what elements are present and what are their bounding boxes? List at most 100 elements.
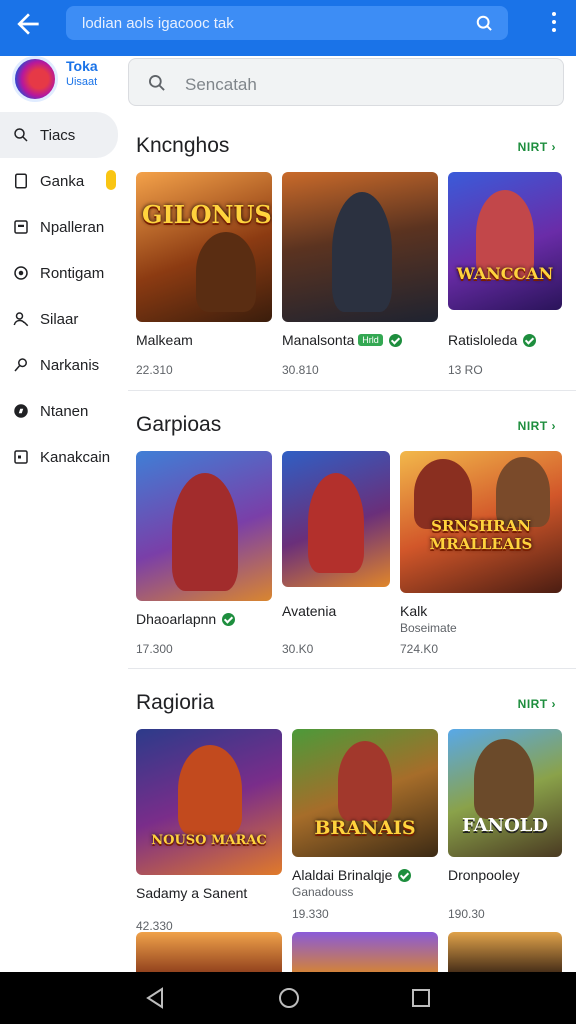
app-thumbnail-peek[interactable] <box>136 932 282 976</box>
download-count: 30.810 <box>282 363 319 377</box>
app-card[interactable]: SRNSHRAN MRALLEAIS Kalk Boseimate 724.K0 <box>400 451 562 656</box>
sidebar-item-1[interactable]: Ganka <box>0 158 124 204</box>
app-card[interactable]: NOUSO MARAC Sadamy a Sanent 42.330 <box>136 729 282 933</box>
sidebar-item-label: Silaar <box>40 310 79 328</box>
character-art <box>332 192 392 312</box>
character-art <box>196 232 256 312</box>
app-thumbnail: NOUSO MARAC <box>136 729 282 875</box>
sidebar-item-label: Rontigam <box>40 264 105 282</box>
section-2: Ragioria NIRT › NOUSO MARAC Sadamy a San… <box>128 668 576 946</box>
character-art <box>178 745 242 835</box>
app-thumbnail-peek[interactable] <box>448 932 562 976</box>
main-content: Kncnghos NIRT › GILONUS Malkeam 22.310 M… <box>128 112 576 946</box>
more-vert-icon[interactable] <box>552 12 558 36</box>
system-nav-bar <box>0 972 576 1024</box>
section-title: Kncnghos <box>136 134 230 157</box>
app-name-text: Alaldai Brinalqje <box>292 867 393 883</box>
sidebar-item-6[interactable]: Ntanen <box>0 388 124 434</box>
app-name: Alaldai Brinalqje <box>292 867 412 883</box>
brand-name: Toka <box>66 58 98 74</box>
sidebar-item-4[interactable]: Silaar <box>0 296 124 342</box>
app-card[interactable]: Avatenia 30.K0 <box>282 451 390 656</box>
box-icon <box>12 448 30 466</box>
url-bar[interactable]: lodian aols igacooc tak <box>66 6 508 40</box>
app-name: Dhaoarlapnn <box>136 611 236 627</box>
verified-icon <box>222 613 236 626</box>
character-art <box>474 739 534 819</box>
section-title: Garpioas <box>136 413 222 436</box>
app-name-text: Ratisloleda <box>448 332 518 348</box>
app-subtitle: Ganadouss <box>292 885 354 899</box>
search-icon <box>147 73 167 98</box>
app-thumbnail: BRANAIS <box>292 729 438 857</box>
app-thumbnail-peek[interactable] <box>292 932 438 976</box>
app-name: Malkeam <box>136 332 193 348</box>
app-thumbnail <box>282 451 390 587</box>
search-icon[interactable] <box>474 13 494 38</box>
verified-icon <box>388 334 402 347</box>
sidebar-item-7[interactable]: Kanakcain <box>0 434 124 480</box>
top-app-bar: lodian aols igacooc tak <box>0 0 576 56</box>
app-brand[interactable]: Toka Uisaat <box>10 52 120 108</box>
search-icon <box>12 126 30 144</box>
character-art <box>338 741 392 821</box>
section-0: Kncnghos NIRT › GILONUS Malkeam 22.310 M… <box>128 112 576 390</box>
download-count: 19.330 <box>292 907 329 921</box>
character-art <box>308 473 364 573</box>
app-tag: Hrld <box>358 334 383 346</box>
app-name: Ratisloleda <box>448 332 537 348</box>
app-card[interactable]: Manalsonta Hrld 30.810 <box>282 172 438 377</box>
section-title: Ragioria <box>136 691 215 714</box>
brand-subname: Uisaat <box>66 76 98 88</box>
see-more-link[interactable]: NIRT › <box>518 140 556 154</box>
person-icon <box>12 310 30 328</box>
download-count: 42.330 <box>136 919 173 933</box>
app-thumbnail: WANCCAN <box>448 172 562 310</box>
art-title: GILONUS <box>142 200 272 229</box>
app-name: Dronpooley <box>448 867 520 883</box>
app-name: Sadamy a Sanent <box>136 885 248 901</box>
sidebar-item-label: Ganka <box>40 172 85 190</box>
nav-recents-icon[interactable] <box>410 986 432 1015</box>
see-more-label: NIRT <box>517 697 548 711</box>
sidebar: Tiacs Ganka Npalleran Rontigam Silaar Na… <box>0 112 124 480</box>
sidebar-item-label: Narkanis <box>40 356 100 374</box>
download-count: 13 RO <box>448 363 483 377</box>
compass-icon <box>12 402 30 420</box>
search-box[interactable]: Sencatah <box>128 58 564 106</box>
app-name: Avatenia <box>282 603 337 619</box>
sidebar-item-5[interactable]: Narkanis <box>0 342 124 388</box>
notification-badge <box>106 170 116 190</box>
tablet-icon <box>12 172 30 190</box>
sidebar-item-2[interactable]: Npalleran <box>0 204 124 250</box>
app-card[interactable]: GILONUS Malkeam 22.310 <box>136 172 272 377</box>
sidebar-item-label: Ntanen <box>40 402 89 420</box>
see-more-link[interactable]: NIRT › <box>518 697 556 711</box>
app-name-text: Dhaoarlapnn <box>136 611 217 627</box>
verified-icon <box>398 869 412 882</box>
app-name: Kalk <box>400 603 428 619</box>
download-count: 17.300 <box>136 642 173 656</box>
see-more-label: NIRT <box>517 419 548 433</box>
sidebar-item-label: Npalleran <box>40 218 105 236</box>
back-arrow-icon[interactable] <box>12 8 44 40</box>
nav-back-icon[interactable] <box>144 986 166 1015</box>
sidebar-item-0[interactable]: Tiacs <box>0 112 118 158</box>
see-more-link[interactable]: NIRT › <box>518 419 556 433</box>
app-thumbnail <box>136 451 272 601</box>
sidebar-item-label: Tiacs <box>40 126 76 144</box>
app-card[interactable]: BRANAIS Alaldai Brinalqje Ganadouss 19.3… <box>292 729 438 921</box>
app-card[interactable]: FANOLD Dronpooley 190.30 <box>448 729 562 921</box>
search-input[interactable]: Sencatah <box>185 75 257 95</box>
download-count: 22.310 <box>136 363 173 377</box>
art-title: SRNSHRAN MRALLEAIS <box>429 517 533 553</box>
download-count: 190.30 <box>448 907 485 921</box>
app-card[interactable]: WANCCAN Ratisloleda 13 RO <box>448 172 562 377</box>
nav-home-icon[interactable] <box>277 986 301 1015</box>
sidebar-item-label: Kanakcain <box>40 448 111 466</box>
app-subtitle: Boseimate <box>400 621 457 635</box>
sidebar-item-3[interactable]: Rontigam <box>0 250 124 296</box>
app-card[interactable]: Dhaoarlapnn 17.300 <box>136 451 272 656</box>
see-more-label: NIRT <box>517 140 548 154</box>
pin-icon <box>12 356 30 374</box>
